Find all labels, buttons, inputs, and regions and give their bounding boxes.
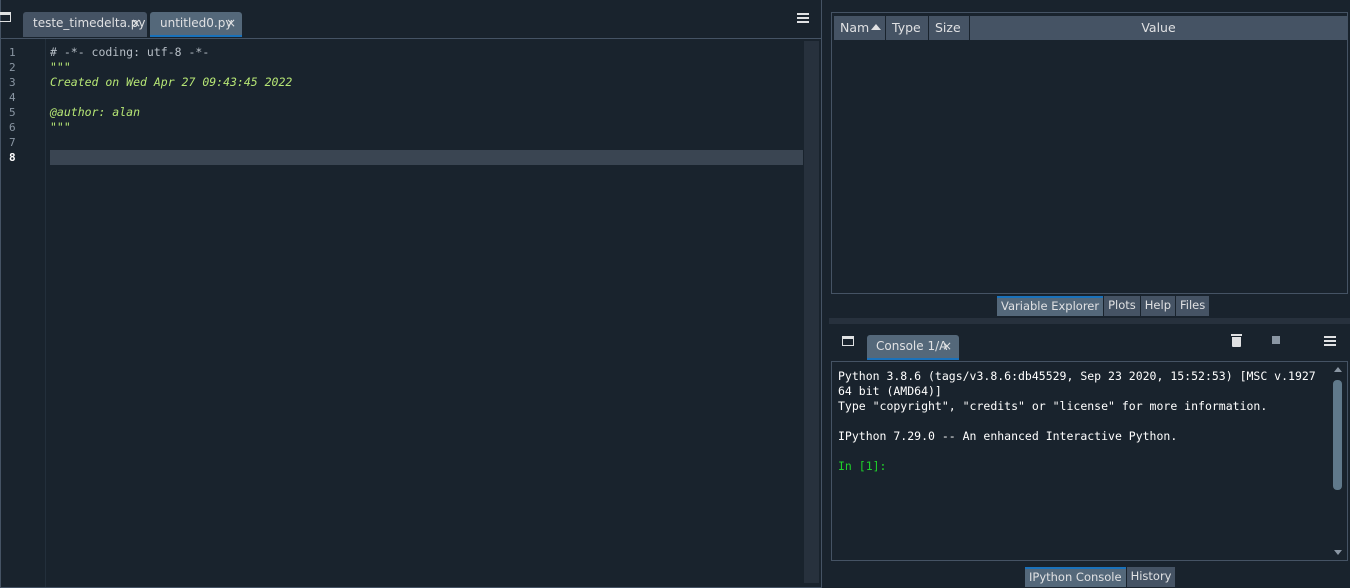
tab-label: teste_timedelta.py bbox=[33, 16, 146, 30]
tab-ipython-console[interactable]: IPython Console bbox=[1025, 567, 1126, 587]
variable-explorer-tabbar: Variable Explorer Plots Help Files bbox=[997, 296, 1210, 316]
code-editor[interactable]: 1 2 3 4 5 6 7 8 # -*- coding: utf-8 -*- … bbox=[1, 38, 821, 587]
close-icon[interactable]: × bbox=[942, 335, 952, 358]
line-number: 4 bbox=[9, 91, 16, 104]
editor-tabbar: teste_timedelta.py × untitled0.py × bbox=[0, 0, 821, 38]
tab-files[interactable]: Files bbox=[1176, 296, 1210, 316]
console-line: Type "copyright", "credits" or "license"… bbox=[838, 399, 1268, 413]
console-tabbar: IPython Console History bbox=[1025, 567, 1176, 587]
console-output[interactable]: Python 3.8.6 (tags/v3.8.6:db45529, Sep 2… bbox=[831, 361, 1348, 561]
scrollbar-thumb[interactable] bbox=[1333, 380, 1342, 490]
tab-label: untitled0.py bbox=[160, 16, 233, 30]
line-number: 2 bbox=[9, 61, 16, 74]
column-header-value[interactable]: Value bbox=[970, 16, 1347, 40]
scroll-down-icon[interactable] bbox=[1334, 550, 1342, 555]
code-line: """ bbox=[50, 60, 71, 74]
column-header-size[interactable]: Size bbox=[929, 16, 970, 40]
code-line: @author: alan bbox=[50, 105, 141, 119]
tab-untitled0[interactable]: untitled0.py × bbox=[150, 12, 242, 37]
tab-teste-timedelta[interactable]: teste_timedelta.py × bbox=[23, 12, 147, 37]
line-number: 3 bbox=[9, 76, 16, 89]
spyder-window: teste_timedelta.py × untitled0.py × 1 2 … bbox=[0, 0, 1350, 588]
console-prompt: In [1]: bbox=[838, 459, 887, 473]
tab-history[interactable]: History bbox=[1126, 567, 1176, 587]
current-line-highlight bbox=[50, 150, 803, 165]
console-line: IPython 7.29.0 -- An enhanced Interactiv… bbox=[838, 429, 1178, 443]
code-line: # -*- coding: utf-8 -*- bbox=[50, 45, 210, 59]
variable-table[interactable]: Nam Type Size Value bbox=[831, 12, 1348, 294]
scroll-up-icon[interactable] bbox=[1334, 367, 1342, 372]
line-number-gutter: 1 2 3 4 5 6 7 8 bbox=[1, 39, 46, 587]
line-number-current: 8 bbox=[9, 151, 16, 164]
close-icon[interactable]: × bbox=[131, 12, 141, 35]
line-number: 5 bbox=[9, 106, 16, 119]
line-number: 1 bbox=[9, 46, 16, 59]
console-scrollbar[interactable] bbox=[1332, 367, 1344, 555]
window-icon[interactable] bbox=[0, 12, 11, 22]
options-menu-icon[interactable] bbox=[797, 13, 809, 23]
line-number: 6 bbox=[9, 121, 16, 134]
line-number: 7 bbox=[9, 136, 16, 149]
column-header-name[interactable]: Nam bbox=[834, 16, 886, 40]
code-area[interactable]: # -*- coding: utf-8 -*- """ Created on W… bbox=[46, 39, 803, 587]
tab-variable-explorer[interactable]: Variable Explorer bbox=[997, 296, 1104, 316]
column-header-type[interactable]: Type bbox=[886, 16, 929, 40]
editor-scrollbar[interactable] bbox=[804, 41, 819, 583]
window-icon[interactable] bbox=[842, 336, 854, 346]
tab-label: Console 1/A bbox=[876, 339, 948, 353]
sort-ascending-icon bbox=[871, 24, 882, 30]
ipython-console-pane: Console 1/A × Python 3.8.6 (tags/v3.8.6:… bbox=[829, 324, 1350, 588]
variable-explorer-pane: Nam Type Size Value Variable Explorer Pl… bbox=[829, 0, 1350, 318]
stop-icon[interactable] bbox=[1272, 336, 1280, 344]
tab-plots[interactable]: Plots bbox=[1104, 296, 1140, 316]
tab-console-1a[interactable]: Console 1/A × bbox=[867, 335, 959, 360]
editor-pane: teste_timedelta.py × untitled0.py × 1 2 … bbox=[0, 0, 822, 588]
variable-table-header: Nam Type Size Value bbox=[834, 16, 1347, 40]
tab-help[interactable]: Help bbox=[1140, 296, 1175, 316]
options-menu-icon[interactable] bbox=[1324, 336, 1336, 346]
console-line: 64 bit (AMD64)] bbox=[838, 384, 942, 398]
trash-icon[interactable] bbox=[1231, 334, 1242, 347]
code-line: """ bbox=[50, 120, 71, 134]
console-line: Python 3.8.6 (tags/v3.8.6:db45529, Sep 2… bbox=[838, 369, 1316, 383]
close-icon[interactable]: × bbox=[226, 12, 236, 35]
code-line: Created on Wed Apr 27 09:43:45 2022 bbox=[50, 75, 293, 89]
